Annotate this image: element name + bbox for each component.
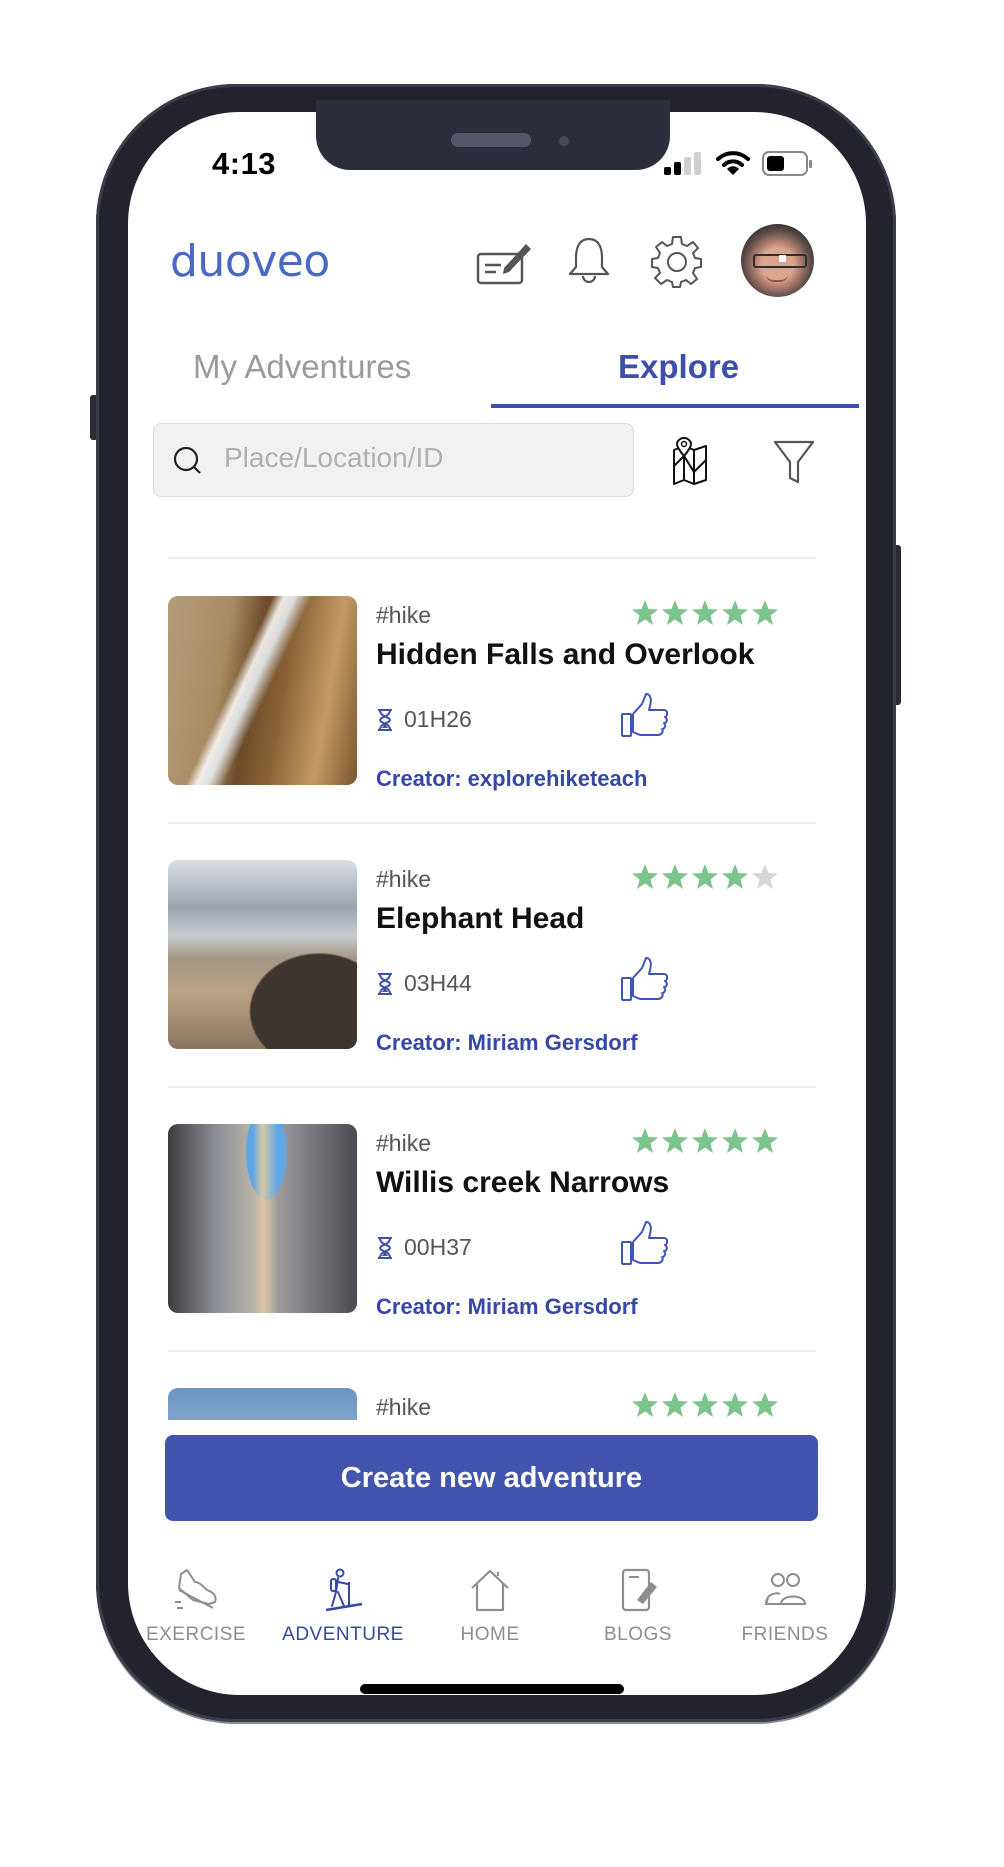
hourglass-icon — [378, 972, 392, 995]
star-filled-icon — [692, 600, 718, 625]
rating-stars — [630, 862, 780, 892]
thumbs-up-icon[interactable] — [620, 956, 670, 1002]
duration: 03H44 — [376, 970, 472, 997]
adventure-photo[interactable] — [168, 1124, 357, 1313]
nav-blogs[interactable]: BLOGS — [568, 1568, 708, 1646]
search-input[interactable]: Place/Location/ID — [153, 423, 634, 497]
creator-link[interactable]: Creator: Miriam Gersdorf — [376, 1030, 638, 1056]
cellular-signal-icon — [664, 152, 701, 175]
status-time: 4:13 — [212, 146, 277, 181]
list-separator — [168, 557, 816, 559]
star-filled-icon — [752, 600, 778, 625]
star-filled-icon — [752, 1128, 778, 1153]
create-adventure-button[interactable]: Create new adventure — [165, 1435, 818, 1521]
hiker-icon — [325, 1568, 363, 1612]
duration: 01H26 — [376, 706, 472, 733]
star-filled-icon — [722, 1392, 748, 1417]
nav-label: BLOGS — [604, 1624, 672, 1645]
adventure-card[interactable]: #hike Willis creek Narrows 00H37 Creator… — [168, 1124, 828, 1324]
duration-value: 01H26 — [404, 706, 472, 732]
star-filled-icon — [632, 1128, 658, 1153]
star-filled-icon — [722, 600, 748, 625]
edit-note-icon[interactable] — [476, 238, 534, 286]
nav-friends[interactable]: FRIENDS — [715, 1568, 855, 1646]
list-separator — [168, 822, 816, 824]
star-filled-icon — [662, 1392, 688, 1417]
battery-icon — [762, 151, 812, 176]
nav-label: EXERCISE — [145, 1624, 247, 1645]
adventure-photo[interactable] — [168, 596, 357, 785]
avatar-glare — [779, 255, 786, 262]
adventure-title[interactable]: Hidden Falls and Overlook — [376, 638, 754, 672]
home-indicator[interactable] — [360, 1684, 624, 1694]
star-filled-icon — [632, 600, 658, 625]
nav-exercise[interactable]: EXERCISE — [126, 1568, 266, 1646]
earpiece-speaker — [451, 133, 531, 147]
hourglass-icon — [378, 1236, 392, 1259]
star-filled-icon — [662, 864, 688, 889]
thumbs-up-icon[interactable] — [620, 1220, 670, 1266]
star-filled-icon — [662, 600, 688, 625]
adventure-title[interactable]: Elephant Head — [376, 902, 584, 936]
nav-adventure[interactable]: ADVENTURE — [273, 1568, 413, 1646]
gear-icon[interactable] — [650, 234, 704, 288]
nav-label: FRIENDS — [741, 1624, 829, 1645]
duration: 00H37 — [376, 1234, 472, 1261]
tab-my-adventures[interactable]: My Adventures — [193, 348, 411, 386]
blog-icon — [621, 1568, 657, 1612]
star-filled-icon — [722, 1128, 748, 1153]
nav-label: ADVENTURE — [282, 1624, 404, 1645]
list-clip — [128, 1421, 866, 1435]
star-filled-icon — [752, 1392, 778, 1417]
adventure-card[interactable]: #hike Elephant Head 03H44 Creator: Miria… — [168, 860, 828, 1060]
adventure-photo[interactable] — [168, 1388, 357, 1420]
bell-icon[interactable] — [567, 236, 611, 286]
star-filled-icon — [692, 864, 718, 889]
filter-icon[interactable] — [772, 438, 816, 486]
friends-icon — [764, 1573, 807, 1605]
hourglass-icon — [378, 708, 392, 731]
adventure-card[interactable]: #hike Hidden Falls and Overlook 01H26 Cr… — [168, 596, 828, 796]
rating-stars — [630, 598, 780, 628]
duration-value: 00H37 — [404, 1234, 472, 1260]
avatar[interactable] — [741, 224, 814, 297]
adventure-photo[interactable] — [168, 860, 357, 1049]
search-icon — [173, 446, 201, 474]
app-logo[interactable]: duoveo — [170, 236, 330, 287]
star-empty-icon — [752, 864, 778, 889]
active-tab-indicator — [491, 404, 859, 408]
map-icon[interactable] — [668, 436, 718, 486]
adventure-card[interactable]: #hike — [168, 1388, 828, 1420]
list-separator — [168, 1350, 816, 1352]
adventure-tag: #hike — [376, 1130, 431, 1156]
avatar-smile — [766, 274, 788, 282]
rating-stars — [630, 1126, 780, 1156]
search-placeholder: Place/Location/ID — [224, 442, 444, 473]
nav-label: HOME — [460, 1624, 520, 1645]
adventure-title[interactable]: Willis creek Narrows — [376, 1166, 669, 1200]
thumbs-up-icon[interactable] — [620, 692, 670, 738]
star-filled-icon — [722, 864, 748, 889]
wifi-icon — [716, 151, 750, 175]
adventure-tag: #hike — [376, 866, 431, 892]
duration-value: 03H44 — [404, 970, 472, 996]
star-filled-icon — [632, 864, 658, 889]
home-icon — [471, 1569, 509, 1612]
creator-link[interactable]: Creator: explorehiketeach — [376, 766, 647, 792]
shoe-icon — [175, 1569, 217, 1609]
star-filled-icon — [692, 1392, 718, 1417]
tab-explore[interactable]: Explore — [618, 348, 739, 386]
list-separator — [168, 1086, 816, 1088]
front-camera — [559, 136, 569, 146]
notch — [316, 100, 670, 170]
star-filled-icon — [662, 1128, 688, 1153]
rating-stars — [630, 1390, 780, 1420]
adventure-list[interactable]: #hike Hidden Falls and Overlook 01H26 Cr… — [128, 540, 866, 1420]
adventure-tag: #hike — [376, 1394, 431, 1420]
star-filled-icon — [632, 1392, 658, 1417]
nav-home[interactable]: HOME — [420, 1568, 560, 1646]
creator-link[interactable]: Creator: Miriam Gersdorf — [376, 1294, 638, 1320]
star-filled-icon — [692, 1128, 718, 1153]
adventure-tag: #hike — [376, 602, 431, 628]
